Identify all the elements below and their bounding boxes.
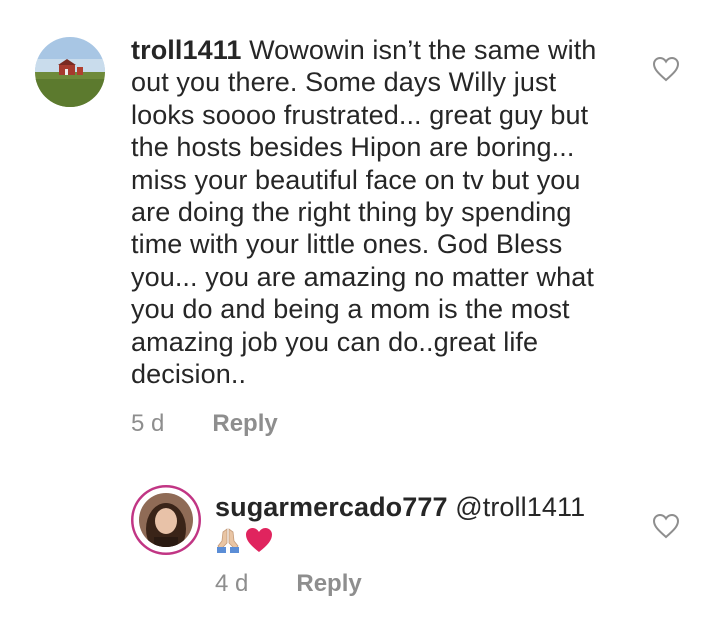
reply-meta: 4 d Reply [215, 570, 362, 598]
reply-username[interactable]: sugarmercado777 [215, 492, 448, 522]
folded-hands-emoji-icon [217, 528, 239, 553]
reply-body: sugarmercado777 @troll1411 [215, 491, 615, 523]
reply-time: 4 d [215, 570, 249, 597]
heart-outline-icon[interactable] [652, 513, 680, 539]
avatar[interactable] [131, 485, 201, 555]
avatar[interactable] [35, 37, 105, 107]
profile-photo-avatar [131, 485, 201, 555]
comment-username[interactable]: troll1411 [131, 35, 241, 65]
mention-link[interactable]: @troll1411 [455, 492, 585, 522]
reply-button[interactable]: Reply [212, 410, 277, 438]
comment-body: troll1411 Wowowin isn’t the same with ou… [131, 34, 631, 390]
barn-landscape-avatar [35, 37, 105, 107]
reply-button[interactable]: Reply [296, 570, 361, 598]
heart-outline-icon[interactable] [652, 56, 680, 82]
red-heart-emoji-icon [246, 528, 272, 552]
emoji-row [214, 526, 274, 554]
comment-meta: 5 d Reply [131, 410, 278, 438]
comment-time: 5 d [131, 410, 165, 437]
comment-text: Wowowin isn’t the same with out you ther… [131, 35, 597, 390]
